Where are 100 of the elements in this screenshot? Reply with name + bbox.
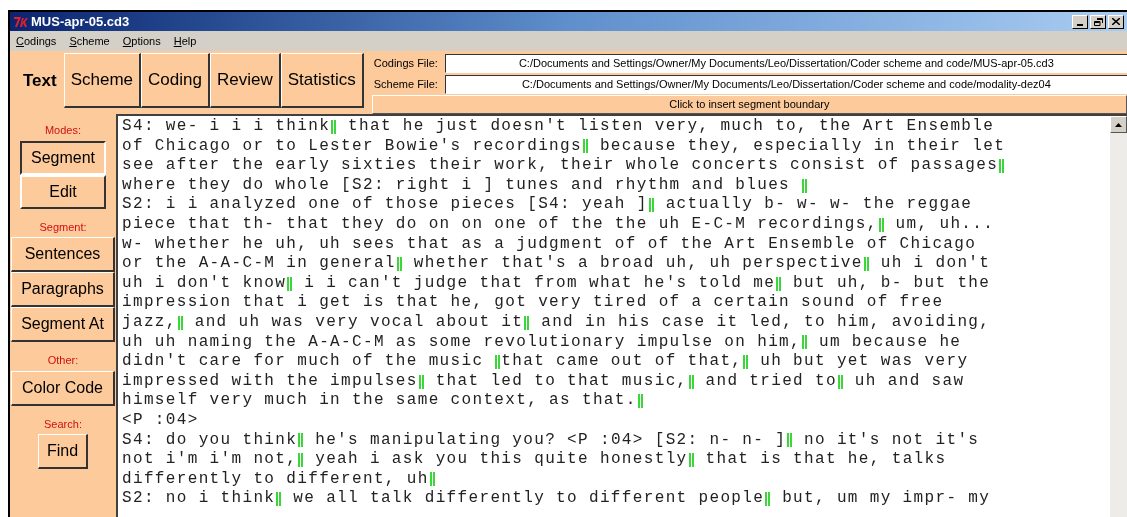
transcript-text: not i'm i'm not, [122, 450, 298, 470]
boundary-marker-icon[interactable] [298, 433, 304, 448]
tab[interactable]: Scheme [63, 53, 142, 108]
transcript-text: and uh was very vocal about it [193, 312, 524, 333]
transcript-text: differently to different, uh [122, 469, 429, 490]
transcript-text: uh i don't [879, 254, 991, 274]
transcript-text: w- whether he uh, uh sees that as a judgment of of the Art Ensemble of Chicago [122, 234, 977, 255]
boundary-marker-icon[interactable] [396, 256, 402, 271]
transcript-text: we all talk differently to different people [292, 489, 765, 509]
transcript-text: and tried to [704, 371, 837, 392]
section-label: Search: [44, 416, 82, 432]
boundary-marker-icon[interactable] [765, 492, 771, 507]
boundary-marker-icon[interactable] [787, 433, 793, 448]
tab[interactable]: Review [209, 53, 281, 108]
boundary-marker-icon[interactable] [863, 256, 869, 271]
transcript-text: but, um my impr- my [781, 489, 991, 509]
transcript-text: S2: no i think [122, 489, 276, 509]
restore-icon [1093, 17, 1103, 26]
scroll-up-button[interactable] [1110, 116, 1127, 133]
transcript-text: no it's not it's [803, 430, 980, 451]
boundary-marker-icon[interactable] [429, 472, 435, 487]
boundary-marker-icon[interactable] [878, 217, 884, 232]
restore-button[interactable] [1090, 14, 1106, 29]
boundary-marker-icon[interactable] [287, 276, 293, 291]
close-button[interactable] [1108, 14, 1124, 29]
transcript-text: i i can't judge that from what he's told me [303, 273, 776, 294]
transcript-text: of Chicago or to Lester Bowie's recordings [122, 136, 582, 157]
transcript-text: where they do whole [S2: right i ] tunes and rhythm and blues [122, 175, 792, 196]
menu-item[interactable]: Codings [16, 32, 57, 50]
menu-item[interactable]: Scheme [69, 32, 110, 50]
boundary-marker-icon[interactable] [298, 452, 304, 467]
transcript-text: impressed with the impulses [122, 371, 418, 392]
transcript-text: actually b- w- w- the reggae [664, 195, 973, 215]
transcript-text: that came out of that, [501, 352, 743, 372]
action-button[interactable]: Sentences [11, 237, 115, 272]
transcript-text: um, uh... [894, 214, 995, 235]
tab[interactable]: Coding [141, 53, 210, 108]
section-label: Other: [47, 353, 79, 368]
boundary-marker-icon[interactable] [524, 315, 530, 330]
file-path-field[interactable]: C:/Documents and Settings/Owner/My Documents/Leo/Dissertation/Coder scheme and code/MUS-apr-05.cd3 [444, 53, 1127, 73]
close-icon [1112, 18, 1120, 25]
transcript-text: whether that's a broad uh, uh perspective [412, 254, 863, 274]
transcript-text: impression that i get is that he, got very tired of a certain sound of free [122, 293, 944, 313]
boundary-marker-icon[interactable] [802, 178, 807, 193]
boundary-marker-icon[interactable] [495, 354, 501, 369]
boundary-marker-icon[interactable] [276, 492, 282, 507]
insert-boundary-button[interactable]: Click to insert segment boundary [371, 95, 1127, 114]
scrollbar[interactable] [1110, 116, 1127, 517]
boundary-marker-icon[interactable] [648, 198, 654, 213]
transcript-text: jazz, [122, 312, 177, 333]
section-label: Modes: [44, 123, 82, 138]
action-button[interactable]: Color Code [11, 370, 115, 406]
menu-item[interactable]: Help [173, 32, 197, 50]
transcript-text: S2: i i analyzed one of those pieces [S4: yeah ] [122, 195, 648, 215]
transcript-text: or the A-A-C-M in general [122, 254, 396, 274]
boundary-marker-icon[interactable] [637, 394, 643, 409]
minimize-button[interactable] [1072, 14, 1088, 29]
boundary-marker-icon[interactable] [999, 159, 1005, 173]
transcript-text: um because he [817, 332, 962, 353]
boundary-marker-icon[interactable] [331, 119, 337, 134]
boundary-marker-icon[interactable] [743, 354, 749, 369]
transcript-text: uh uh naming the A-A-C-M as some revolutionary impulse on him, [122, 332, 801, 353]
transcript-text: he's manipulating you? <P :04> [S2: n- n- ] [314, 430, 787, 451]
transcript-text: uh and saw [853, 371, 965, 392]
mode-button[interactable]: Segment [20, 140, 106, 175]
transcript-text: himself very much in the same context, as that. [122, 391, 637, 411]
transcript-text: that is that he, talks [704, 450, 947, 470]
transcript-text: uh i don't know [122, 273, 287, 294]
transcript-text: and in his case it led, to him, avoiding, [540, 312, 991, 333]
transcript-text: <P :04> [122, 410, 199, 431]
boundary-marker-icon[interactable] [418, 374, 424, 389]
transcript-text: piece that th- that they do on on one of the the uh E-C-M recordings, [122, 214, 878, 235]
boundary-marker-icon[interactable] [688, 374, 694, 389]
boundary-marker-icon[interactable] [802, 335, 807, 350]
transcript-text: uh but yet was very [759, 352, 969, 372]
boundary-marker-icon[interactable] [177, 315, 183, 330]
transcript-text: because they, especially in their let [598, 136, 1006, 157]
up-arrow-icon [1115, 122, 1122, 127]
mode-button[interactable]: Edit [20, 174, 106, 209]
boundary-marker-icon[interactable] [688, 452, 694, 467]
find-button[interactable]: Find [38, 434, 88, 469]
field-label: Scheme File: [373, 76, 439, 92]
transcript-text: but uh, b- but the [792, 273, 991, 294]
transcript-text: yeah i ask you this quite honestly [314, 450, 688, 470]
transcript-text: that he just doesn't listen very, much to, the Art Ensemble [347, 117, 995, 137]
boundary-marker-icon[interactable] [837, 374, 843, 389]
transcript-text: S4: do you think [122, 430, 298, 451]
transcript-text: S4: we- i i i think [122, 117, 331, 137]
minimize-icon [1077, 23, 1083, 26]
app-icon [13, 15, 29, 28]
file-path-field[interactable]: C:/Documents and Settings/Owner/My Documents/Leo/Dissertation/Coder scheme and code/modality-dez04 [444, 74, 1127, 94]
action-button[interactable]: Paragraphs [11, 272, 115, 307]
action-button[interactable]: Segment At [11, 307, 115, 342]
menu-item[interactable]: Options [122, 32, 161, 50]
section-label: Segment: [39, 219, 87, 235]
transcript-text: didn't care for much of the music [122, 352, 485, 372]
boundary-marker-icon[interactable] [776, 276, 782, 291]
tab[interactable]: Statistics [280, 53, 364, 108]
boundary-marker-icon[interactable] [582, 139, 588, 154]
transcript-text: see after the early sixties their work, their whole concerts consist of passages [122, 156, 999, 176]
